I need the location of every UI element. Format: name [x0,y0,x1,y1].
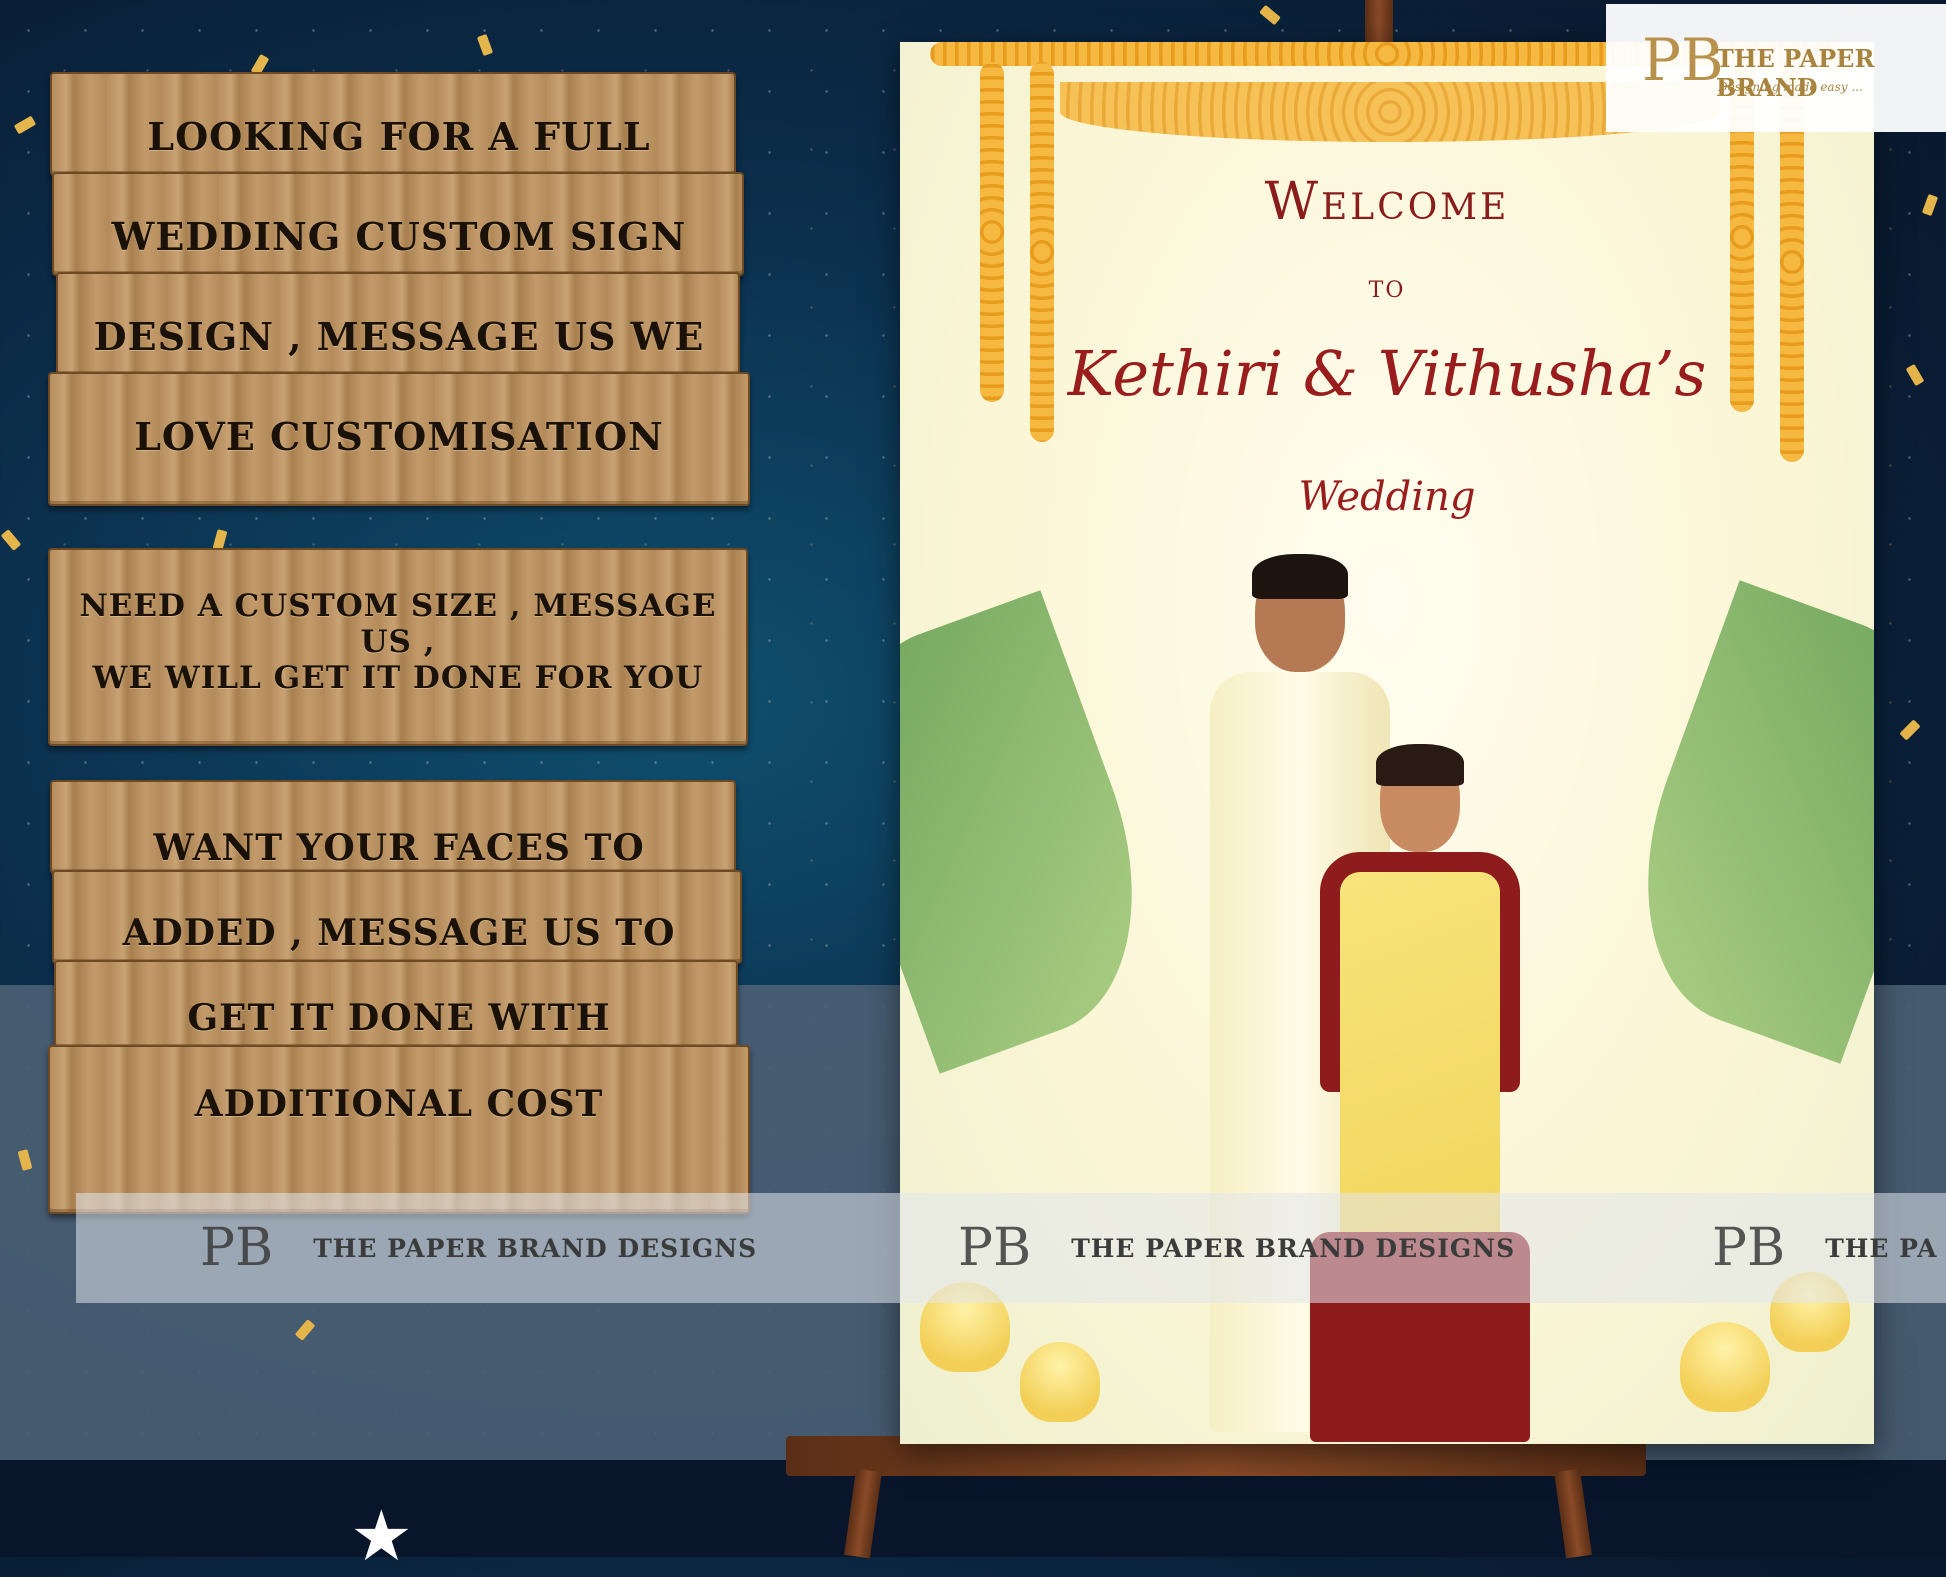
watermark-text: THE PA [1825,1233,1938,1263]
sign-line: NEED A CUSTOM SIZE , MESSAGE US , [79,588,717,660]
brand-mark-icon: PB [1712,1218,1786,1278]
brand-mark-icon: PB [1642,26,1724,94]
bride-figure [1300,744,1540,1444]
brand-mark-icon: PB [958,1218,1032,1278]
banana-leaf [900,590,1184,1074]
brand-logo: PB THE PAPER BRAND Designing made easy .… [1606,4,1946,132]
sign-line: LOVE CUSTOMISATION [134,414,664,459]
sign-line: ADDED , MESSAGE US TO [122,912,676,954]
couple-names: Kethiri & Vithusha’s [1067,337,1707,410]
sign-line: WEDDING CUSTOM SIGN [111,214,687,259]
sign-line: WE WILL GET IT DONE FOR YOU [92,660,704,696]
watermark-text: THE PAPER BRAND DESIGNS [313,1233,758,1263]
sign-line: LOOKING FOR A FULL [147,114,651,159]
brand-mark-icon: PB [200,1218,274,1278]
wood-plank [48,1045,750,1214]
sign-line: GET IT DONE WITH [187,997,611,1039]
lotus-flower [1680,1322,1770,1412]
watermark-text: THE PAPER BRAND DESIGNS [1071,1233,1516,1263]
watermark: PB THE PAPER BRAND DESIGNS [200,1193,757,1303]
wooden-sign-custom-size: NEED A CUSTOM SIZE , MESSAGE US , WE WIL… [48,548,748,746]
watermark-strip: PB THE PAPER BRAND DESIGNS PB THE PAPER … [76,1193,1946,1303]
watermark: PB THE PA [1712,1193,1938,1303]
sign-line: DESIGN , MESSAGE US WE [93,314,705,359]
poster-welcome: Welcome [1264,172,1510,232]
watermark: PB THE PAPER BRAND DESIGNS [958,1193,1515,1303]
lotus-flower [1020,1342,1100,1422]
wooden-sign-faces: WANT YOUR FACES TO ADDED , MESSAGE US TO… [48,780,750,1214]
banana-leaf [1596,580,1874,1064]
sign-line: WANT YOUR FACES TO [153,827,645,869]
poster-to: TO [1368,278,1406,303]
star-icon: ★ [350,1495,413,1577]
poster-event: Wedding [1298,474,1476,520]
wooden-sign-full-design: LOOKING FOR A FULL WEDDING CUSTOM SIGN D… [48,72,750,506]
sign-line: ADDITIONAL COST [194,1083,604,1125]
brand-tagline: Designing made easy ... [1718,80,1863,94]
